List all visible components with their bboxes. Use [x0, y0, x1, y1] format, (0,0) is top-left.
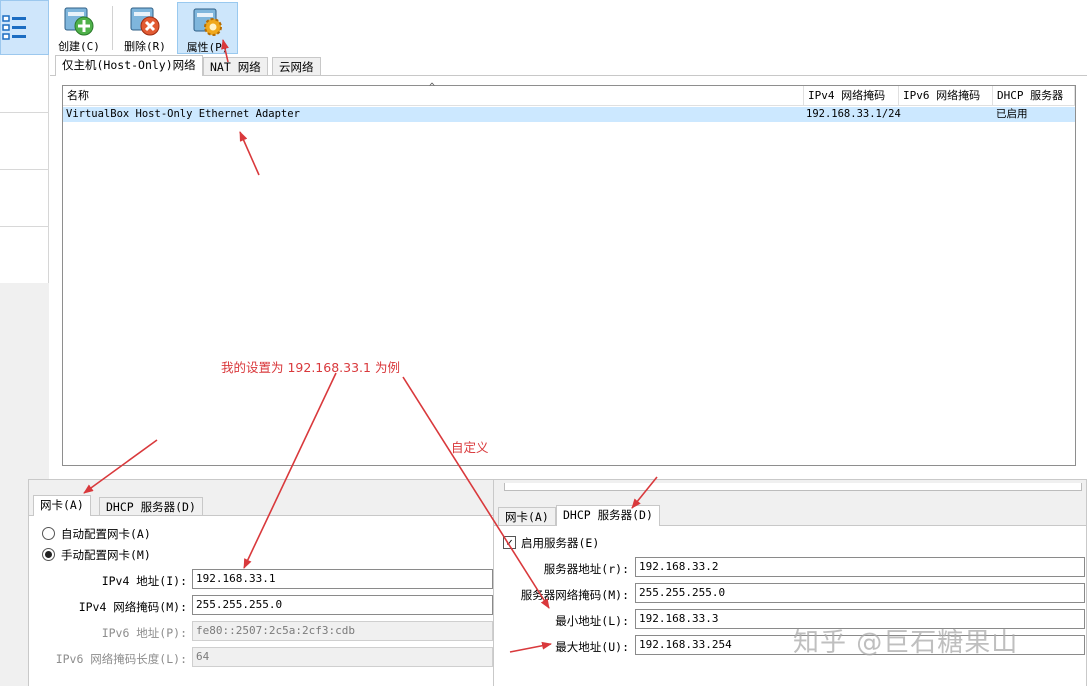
column-header-dhcp[interactable]: DHCP 服务器 — [993, 86, 1075, 106]
tab-cloud-network[interactable]: 云网络 — [272, 57, 321, 76]
dhcp-tab-body: ✓ 启用服务器(E) 服务器地址(r): 192.168.33.2 服务器网络掩… — [494, 525, 1086, 686]
server-mask-field[interactable]: 255.255.255.0 — [635, 583, 1085, 603]
properties-gear-icon — [193, 8, 222, 36]
ipv6-address-field[interactable]: fe80::2507:2c5a:2cf3:cdb — [192, 621, 493, 641]
remove-label: 删除(R) — [124, 40, 166, 53]
server-address-field[interactable]: 192.168.33.2 — [635, 557, 1085, 577]
remove-button[interactable]: 删除(R) — [121, 2, 169, 54]
remove-network-icon — [130, 7, 160, 36]
ipv6-address-label: IPv6 地址(P): — [101, 626, 187, 640]
ipv6-prefix-field[interactable]: 64 — [192, 647, 493, 667]
annotation-custom-note: 自定义 — [451, 440, 489, 455]
enable-server-checkbox[interactable]: ✓ — [503, 536, 516, 549]
tab-adapter[interactable]: 网卡(A) — [33, 495, 91, 516]
ipv4-address-label: IPv4 地址(I): — [101, 574, 187, 588]
tab-nat-network[interactable]: NAT 网络 — [203, 57, 268, 76]
auto-config-label: 自动配置网卡(A) — [61, 527, 151, 541]
manual-config-label: 手动配置网卡(M) — [61, 548, 151, 562]
tab-adapter[interactable]: 网卡(A) — [498, 507, 556, 526]
list-menu-icon — [2, 15, 26, 40]
cell-dhcp-status: 已启用 — [996, 108, 1028, 120]
adapter-settings-dialog: 网卡(A) DHCP 服务器(D) 自动配置网卡(A) 手动配置网卡(M) IP… — [28, 479, 494, 686]
create-button[interactable]: 创建(C) — [57, 2, 101, 54]
column-header-ipv4[interactable]: IPv4 网络掩码 — [804, 86, 899, 106]
cell-adapter-name: VirtualBox Host-Only Ethernet Adapter — [66, 108, 300, 120]
upper-address-label: 最大地址(U): — [555, 640, 629, 654]
tab-host-only[interactable]: 仅主机(Host-Only)网络 — [55, 55, 203, 76]
lower-address-label: 最小地址(L): — [555, 614, 629, 628]
manual-config-radio[interactable] — [42, 548, 55, 561]
sort-indicator-icon: ^ — [429, 82, 436, 93]
sidebar-divider — [0, 112, 49, 113]
tab-dhcp-server[interactable]: DHCP 服务器(D) — [556, 505, 660, 526]
enable-server-label: 启用服务器(E) — [521, 536, 600, 550]
ipv4-mask-field[interactable]: 255.255.255.0 — [192, 595, 493, 615]
properties-label: 属性(P) — [186, 41, 229, 54]
sidebar-divider — [0, 169, 49, 170]
tab-dhcp-server[interactable]: DHCP 服务器(D) — [99, 497, 203, 516]
create-label: 创建(C) — [58, 40, 100, 53]
ipv6-prefix-label: IPv6 网络掩码长度(L): — [55, 652, 187, 666]
sidebar-divider — [0, 226, 49, 227]
column-header-ipv6[interactable]: IPv6 网络掩码 — [899, 86, 993, 106]
create-network-icon — [64, 7, 94, 36]
ipv4-mask-label: IPv4 网络掩码(M): — [78, 600, 187, 614]
adapter-tab-body: 自动配置网卡(A) 手动配置网卡(M) IPv4 地址(I): 192.168.… — [29, 515, 493, 686]
network-list[interactable]: 名称 ^ IPv4 网络掩码 IPv6 网络掩码 DHCP 服务器 Virtua… — [62, 82, 1076, 466]
ipv4-address-field[interactable]: 192.168.33.1 — [192, 569, 493, 589]
menu-button[interactable] — [0, 0, 49, 55]
tab-strip-line — [50, 75, 1087, 76]
toolbar-separator — [112, 6, 113, 50]
server-address-label: 服务器地址(r): — [543, 562, 629, 576]
auto-config-radio[interactable] — [42, 527, 55, 540]
annotation-example-note: 我的设置为 192.168.33.1 为例 — [221, 360, 400, 375]
properties-button[interactable]: 属性(P) — [177, 2, 238, 54]
cell-ipv4-mask: 192.168.33.1/24 — [806, 108, 901, 120]
dialog-top-frame — [504, 483, 1082, 491]
zhihu-watermark: 知乎 @巨石糖果山 — [793, 628, 1019, 658]
server-mask-label: 服务器网络掩码(M): — [520, 588, 629, 602]
